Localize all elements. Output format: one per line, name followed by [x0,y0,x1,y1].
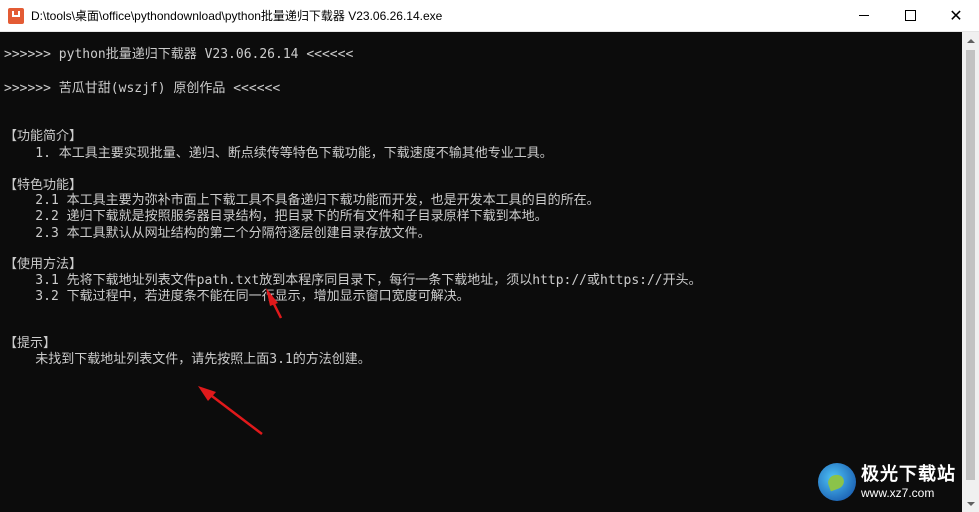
console-line-usage-3-2: 3.2 下载过程中，若进度条不能在同一行显示，增加显示窗口宽度可解决。 [4,289,470,304]
console-line-section-tip: 【提示】 [4,336,57,351]
console-line-feature-2-2: 2.2 递归下载就是按照服务器目录结构，把目录下的所有文件和子目录原样下载到本地… [4,209,548,224]
vertical-scrollbar[interactable] [962,32,979,512]
close-button[interactable]: ✕ [933,0,979,31]
console-line-tip-message: 未找到下载地址列表文件，请先按照上面3.1的方法创建。 [4,352,371,367]
scroll-up-arrow-icon[interactable] [962,32,979,49]
watermark-logo-icon [818,463,856,501]
console-line-banner-author: >>>>>> 苦瓜甘甜(wszjf) 原创作品 <<<<<< [4,81,281,96]
maximize-button[interactable] [887,0,933,31]
watermark-brand: 极光下载站 [861,464,956,485]
console-line-section-usage: 【使用方法】 [4,257,83,272]
watermark-url: www.xz7.com [861,486,935,500]
watermark: 极光下载站 www.xz7.com [818,458,968,506]
console-output[interactable]: >>>>>> python批量递归下载器 V23.06.26.14 <<<<<<… [0,32,962,512]
console-line-feature-2-1: 2.1 本工具主要为弥补市面上下载工具不具备递归下载功能而开发，也是开发本工具的… [4,193,600,208]
title-bar[interactable]: D:\tools\桌面\office\pythondownload\python… [0,0,979,32]
console-line-usage-3-1: 3.1 先将下载地址列表文件path.txt放到本程序同目录下，每行一条下载地址… [4,273,702,288]
scrollbar-thumb[interactable] [966,50,975,480]
app-icon [8,7,24,24]
window-controls: ✕ [841,0,979,31]
console-line-feature-2-3: 2.3 本工具默认从网址结构的第二个分隔符逐层创建目录存放文件。 [4,226,431,241]
console-line-banner-title: >>>>>> python批量递归下载器 V23.06.26.14 <<<<<< [4,47,354,62]
watermark-text: 极光下载站 www.xz7.com [861,464,956,500]
window-title: D:\tools\桌面\office\pythondownload\python… [31,9,443,23]
console-line-intro-1: 1. 本工具主要实现批量、递归、断点续传等特色下载功能，下载速度不输其他专业工具… [4,146,553,161]
console-line-section-intro: 【功能简介】 [4,129,83,144]
minimize-button[interactable] [841,0,887,31]
